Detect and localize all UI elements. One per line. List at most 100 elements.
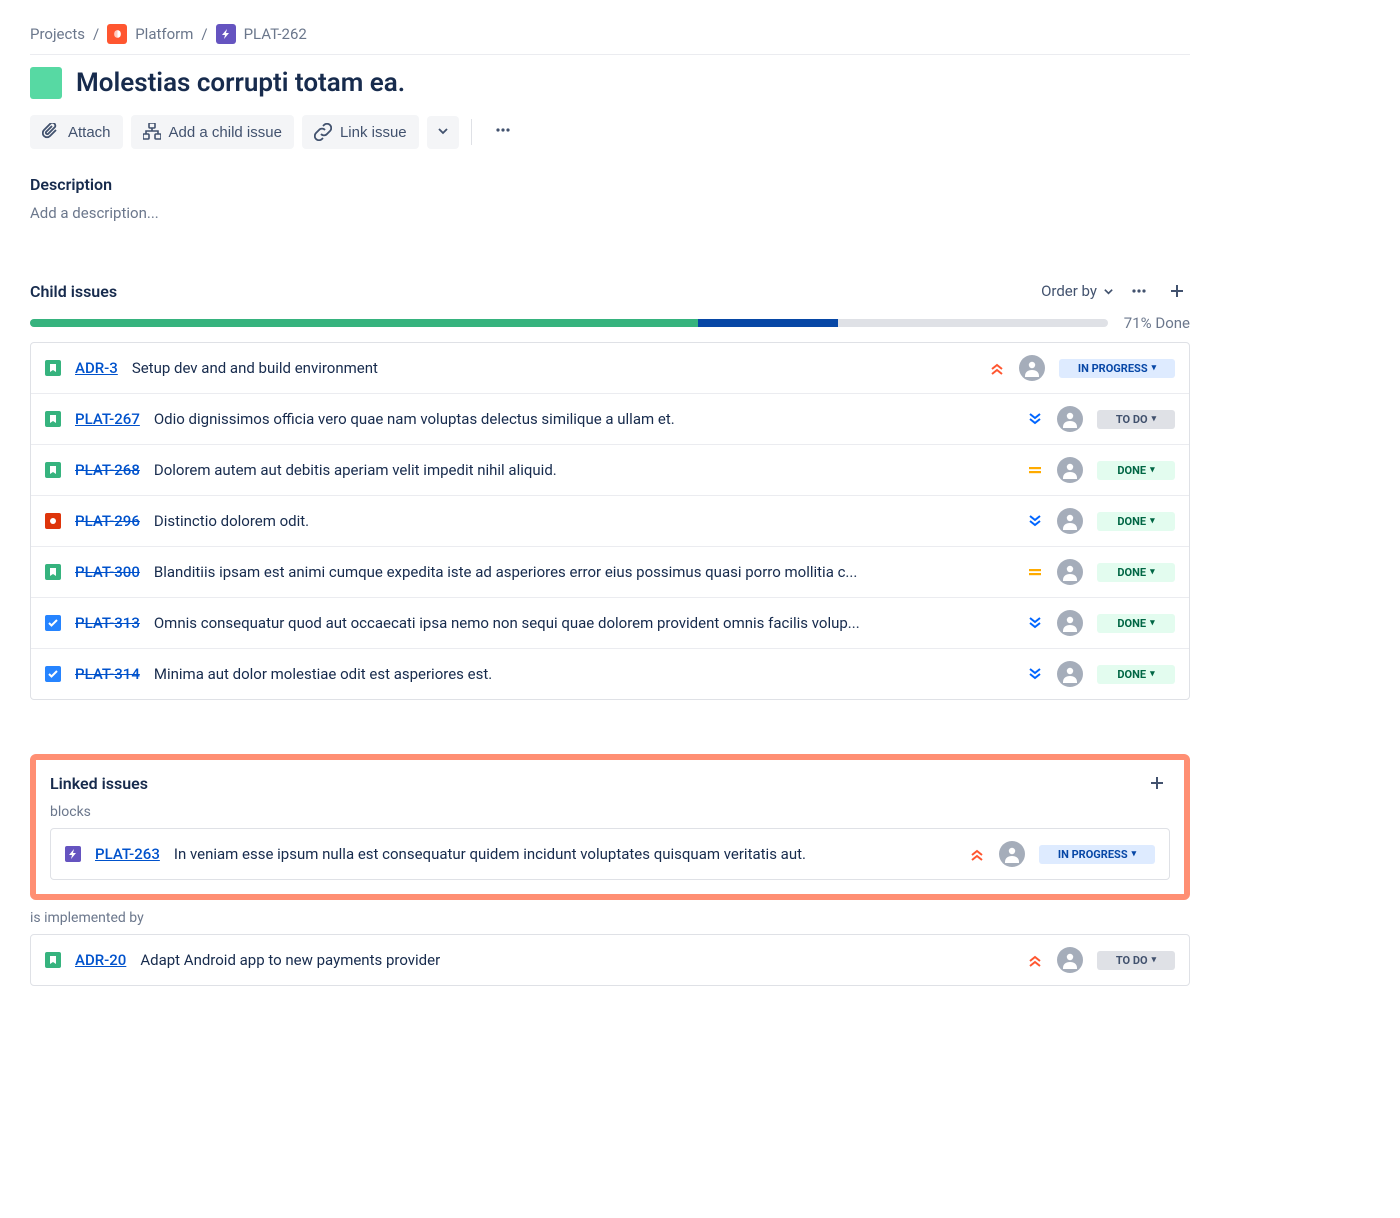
breadcrumb-project-name[interactable]: Platform — [135, 25, 193, 43]
epic-icon — [65, 846, 81, 862]
story-icon — [45, 411, 61, 427]
add-linked-issue-button[interactable] — [1144, 770, 1170, 796]
issue-row[interactable]: PLAT-314 Minima aut dolor molestiae odit… — [31, 648, 1189, 699]
attach-button[interactable]: Attach — [30, 115, 123, 149]
issue-key-link[interactable]: PLAT-267 — [75, 410, 140, 428]
linked-issues-label: Linked issues — [50, 774, 148, 793]
issue-key-link[interactable]: PLAT-314 — [75, 665, 140, 683]
status-dropdown[interactable]: IN PROGRESS ▾ — [1039, 845, 1155, 864]
priority-medium-icon — [1027, 462, 1043, 478]
issue-key-link[interactable]: ADR-3 — [75, 359, 118, 377]
assignee-avatar[interactable] — [1057, 947, 1083, 973]
issue-key-link[interactable]: PLAT-313 — [75, 614, 140, 632]
priority-medium-icon — [1027, 564, 1043, 580]
issue-key-link[interactable]: PLAT-263 — [95, 845, 160, 863]
linked-issues-highlight: Linked issues blocks PLAT-263 In veniam … — [30, 754, 1190, 900]
implemented-issue-list: ADR-20 Adapt Android app to new payments… — [30, 934, 1190, 986]
attach-icon — [42, 123, 60, 141]
child-issue-list: ADR-3 Setup dev and and build environmen… — [30, 342, 1190, 700]
chevron-down-icon: ▾ — [1150, 465, 1155, 475]
issue-row[interactable]: PLAT-263 In veniam esse ipsum nulla est … — [51, 829, 1169, 879]
assignee-avatar[interactable] — [1057, 457, 1083, 483]
bug-icon — [45, 513, 61, 529]
status-dropdown[interactable]: DONE ▾ — [1097, 461, 1175, 480]
story-icon — [45, 564, 61, 580]
link-icon — [314, 123, 332, 141]
relation-blocks-label: blocks — [50, 804, 1170, 820]
assignee-avatar[interactable] — [1057, 661, 1083, 687]
child-issues-label: Child issues — [30, 282, 117, 301]
status-dropdown[interactable]: DONE ▾ — [1097, 512, 1175, 531]
chevron-down-icon: ▾ — [1132, 849, 1137, 859]
issue-key-link[interactable]: PLAT-296 — [75, 512, 140, 530]
add-child-issue-plus-button[interactable] — [1164, 278, 1190, 304]
status-dropdown[interactable]: TO DO ▾ — [1097, 951, 1175, 970]
chevron-down-icon: ▾ — [1150, 516, 1155, 526]
project-icon — [107, 24, 127, 44]
assignee-avatar[interactable] — [1057, 406, 1083, 432]
status-dropdown[interactable]: TO DO ▾ — [1097, 410, 1175, 429]
link-issue-label: Link issue — [340, 124, 407, 141]
add-child-issue-button[interactable]: Add a child issue — [131, 115, 294, 149]
toolbar-more-button[interactable] — [484, 113, 522, 151]
assignee-avatar[interactable] — [999, 841, 1025, 867]
chevron-down-icon: ▾ — [1150, 618, 1155, 628]
issue-key-link[interactable]: ADR-20 — [75, 951, 126, 969]
issue-key-link[interactable]: PLAT-268 — [75, 461, 140, 479]
assignee-avatar[interactable] — [1057, 559, 1083, 585]
issue-summary: Odio dignissimos officia vero quae nam v… — [154, 410, 1013, 428]
description-label: Description — [30, 175, 1190, 194]
story-icon — [45, 952, 61, 968]
blocks-issue-list: PLAT-263 In veniam esse ipsum nulla est … — [50, 828, 1170, 880]
issue-row[interactable]: PLAT-300 Blanditiis ipsam est animi cumq… — [31, 546, 1189, 597]
toolbar-dropdown-button[interactable] — [427, 116, 459, 149]
title-icon — [30, 67, 62, 99]
priority-highest-icon — [1027, 952, 1043, 968]
issue-title[interactable]: Molestias corrupti totam ea. — [76, 68, 405, 98]
assignee-avatar[interactable] — [1019, 355, 1045, 381]
assignee-avatar[interactable] — [1057, 508, 1083, 534]
issue-summary: Dolorem autem aut debitis aperiam velit … — [154, 461, 1013, 479]
breadcrumb-sep: / — [201, 25, 207, 43]
chevron-down-icon: ▾ — [1150, 567, 1155, 577]
issue-summary: Distinctio dolorem odit. — [154, 512, 1013, 530]
breadcrumb-projects[interactable]: Projects — [30, 25, 85, 43]
chevron-down-icon: ▾ — [1152, 955, 1157, 965]
issue-summary: Blanditiis ipsam est animi cumque expedi… — [154, 563, 1013, 581]
status-dropdown[interactable]: DONE ▾ — [1097, 665, 1175, 684]
relation-implemented-label: is implemented by — [30, 910, 1190, 926]
child-issues-more-button[interactable] — [1126, 278, 1152, 304]
epic-icon — [216, 24, 236, 44]
link-issue-button[interactable]: Link issue — [302, 115, 419, 149]
chevron-down-icon — [437, 124, 449, 141]
priority-lowest-icon — [1027, 615, 1043, 631]
more-icon — [494, 121, 512, 143]
order-by-dropdown[interactable]: Order by — [1041, 282, 1114, 300]
issue-summary: In veniam esse ipsum nulla est consequat… — [174, 845, 955, 863]
issue-toolbar: Attach Add a child issue Link issue — [30, 113, 1190, 175]
chevron-down-icon: ▾ — [1150, 669, 1155, 679]
chevron-down-icon: ▾ — [1152, 363, 1157, 373]
issue-row[interactable]: PLAT-268 Dolorem autem aut debitis aperi… — [31, 444, 1189, 495]
issue-key-link[interactable]: PLAT-300 — [75, 563, 140, 581]
issue-summary: Setup dev and and build environment — [132, 359, 975, 377]
issue-row[interactable]: ADR-20 Adapt Android app to new payments… — [31, 935, 1189, 985]
story-icon — [45, 462, 61, 478]
story-icon — [45, 360, 61, 376]
status-dropdown[interactable]: DONE ▾ — [1097, 563, 1175, 582]
task-icon — [45, 615, 61, 631]
issue-row[interactable]: PLAT-267 Odio dignissimos officia vero q… — [31, 393, 1189, 444]
description-input[interactable]: Add a description... — [30, 204, 1190, 222]
status-dropdown[interactable]: DONE ▾ — [1097, 614, 1175, 633]
issue-row[interactable]: ADR-3 Setup dev and and build environmen… — [31, 343, 1189, 393]
issue-row[interactable]: PLAT-313 Omnis consequatur quod aut occa… — [31, 597, 1189, 648]
attach-label: Attach — [68, 124, 111, 141]
breadcrumb-issue-key[interactable]: PLAT-262 — [244, 25, 307, 43]
priority-highest-icon — [969, 846, 985, 862]
status-dropdown[interactable]: IN PROGRESS ▾ — [1059, 359, 1175, 378]
issue-row[interactable]: PLAT-296 Distinctio dolorem odit. DONE ▾ — [31, 495, 1189, 546]
chevron-down-icon: ▾ — [1152, 414, 1157, 424]
issue-summary: Adapt Android app to new payments provid… — [140, 951, 1013, 969]
assignee-avatar[interactable] — [1057, 610, 1083, 636]
plus-icon — [1169, 283, 1185, 299]
